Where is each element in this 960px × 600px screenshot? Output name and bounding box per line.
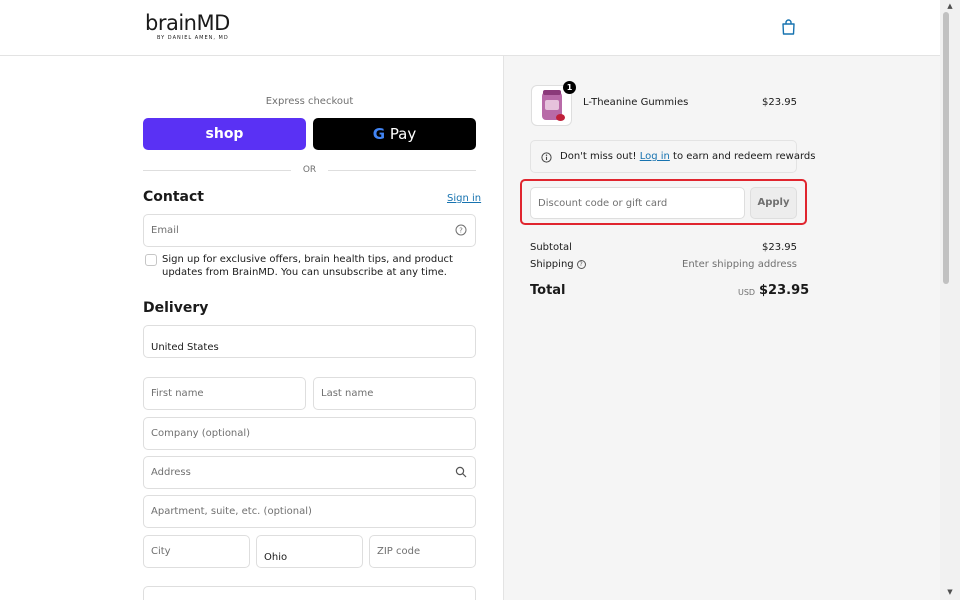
apartment-placeholder: Apartment, suite, etc. (optional) <box>151 506 312 517</box>
email-placeholder: Email <box>151 225 179 236</box>
google-g-icon: G <box>372 125 386 143</box>
logo-text: brainMD <box>145 11 230 35</box>
address-field[interactable]: Address <box>143 456 476 489</box>
email-field[interactable]: Email ? <box>143 214 476 247</box>
rewards-suffix: to earn and redeem rewards <box>673 151 816 162</box>
phone-field[interactable] <box>143 586 476 600</box>
scroll-up-arrow-icon[interactable]: ▲ <box>940 2 960 10</box>
shipping-help-icon[interactable]: ? <box>576 259 586 269</box>
express-checkout-label: Express checkout <box>265 96 354 107</box>
bottle-cap <box>543 90 561 95</box>
brainmd-logo[interactable]: brainMD BY DANIEL AMEN, MD <box>145 12 245 42</box>
total-amount: $23.95 <box>759 283 810 298</box>
shopping-bag-icon[interactable] <box>781 19 796 35</box>
zip-code-field[interactable]: ZIP code <box>369 535 476 568</box>
country-select[interactable]: United States <box>143 325 476 358</box>
quantity-badge: 1 <box>563 81 576 94</box>
scroll-down-arrow-icon[interactable]: ▼ <box>940 588 960 596</box>
gummy-image <box>556 114 565 121</box>
first-name-field[interactable]: First name <box>143 377 306 410</box>
scrollbar-thumb[interactable] <box>943 12 949 284</box>
contact-heading: Contact <box>143 189 204 205</box>
rewards-banner: Don't miss out! Log in to earn and redee… <box>530 140 815 173</box>
company-placeholder: Company (optional) <box>151 428 251 439</box>
google-pay-button[interactable]: G Pay <box>313 118 476 150</box>
discount-placeholder: Discount code or gift card <box>538 198 668 209</box>
sign-in-link[interactable]: Sign in <box>447 193 481 204</box>
last-name-field[interactable]: Last name <box>313 377 476 410</box>
apply-discount-button[interactable]: Apply <box>750 187 797 219</box>
subtotal-label: Subtotal <box>530 242 572 253</box>
discount-code-input[interactable]: Discount code or gift card <box>530 187 745 219</box>
page-scrollbar[interactable]: ▲ ▼ <box>940 0 960 600</box>
bottle-label <box>545 100 559 110</box>
address-placeholder: Address <box>151 467 191 478</box>
last-name-placeholder: Last name <box>321 388 374 399</box>
shipping-value: Enter shipping address <box>682 259 797 270</box>
total-currency: USD <box>738 288 756 297</box>
log-in-link[interactable]: Log in <box>640 151 670 162</box>
subtotal-row: Subtotal $23.95 <box>530 242 797 253</box>
header: brainMD BY DANIEL AMEN, MD <box>0 0 940 56</box>
rewards-prefix: Don't miss out! <box>560 151 637 162</box>
or-label: OR <box>302 165 317 175</box>
info-icon <box>541 152 552 163</box>
state-value: Ohio <box>264 552 288 563</box>
newsletter-checkbox[interactable] <box>145 254 157 266</box>
zip-code-placeholder: ZIP code <box>377 546 421 557</box>
logo-subtext: BY DANIEL AMEN, MD <box>157 35 229 41</box>
shipping-label: Shipping <box>530 259 574 270</box>
svg-text:?: ? <box>459 227 463 235</box>
product-price: $23.95 <box>762 97 797 108</box>
delivery-heading: Delivery <box>143 300 209 316</box>
or-divider: OR <box>143 163 476 177</box>
state-select[interactable]: Ohio <box>256 535 363 568</box>
search-icon <box>455 466 467 478</box>
order-summary-panel <box>503 56 940 600</box>
subtotal-value: $23.95 <box>762 242 797 253</box>
shop-pay-button[interactable]: shop <box>143 118 306 150</box>
city-placeholder: City <box>151 546 171 557</box>
total-label: Total <box>530 283 566 298</box>
product-name: L-Theanine Gummies <box>583 97 689 108</box>
help-circle-icon[interactable]: ? <box>455 224 467 236</box>
shipping-row: Shipping? Enter shipping address <box>530 259 797 270</box>
newsletter-label: Sign up for exclusive offers, brain heal… <box>162 254 453 278</box>
country-value: United States <box>151 342 219 353</box>
city-field[interactable]: City <box>143 535 250 568</box>
company-field[interactable]: Company (optional) <box>143 417 476 450</box>
first-name-placeholder: First name <box>151 388 204 399</box>
gpay-label: Pay <box>389 125 417 143</box>
rewards-text: Don't miss out! Log in to earn and redee… <box>560 151 815 162</box>
apartment-field[interactable]: Apartment, suite, etc. (optional) <box>143 495 476 528</box>
